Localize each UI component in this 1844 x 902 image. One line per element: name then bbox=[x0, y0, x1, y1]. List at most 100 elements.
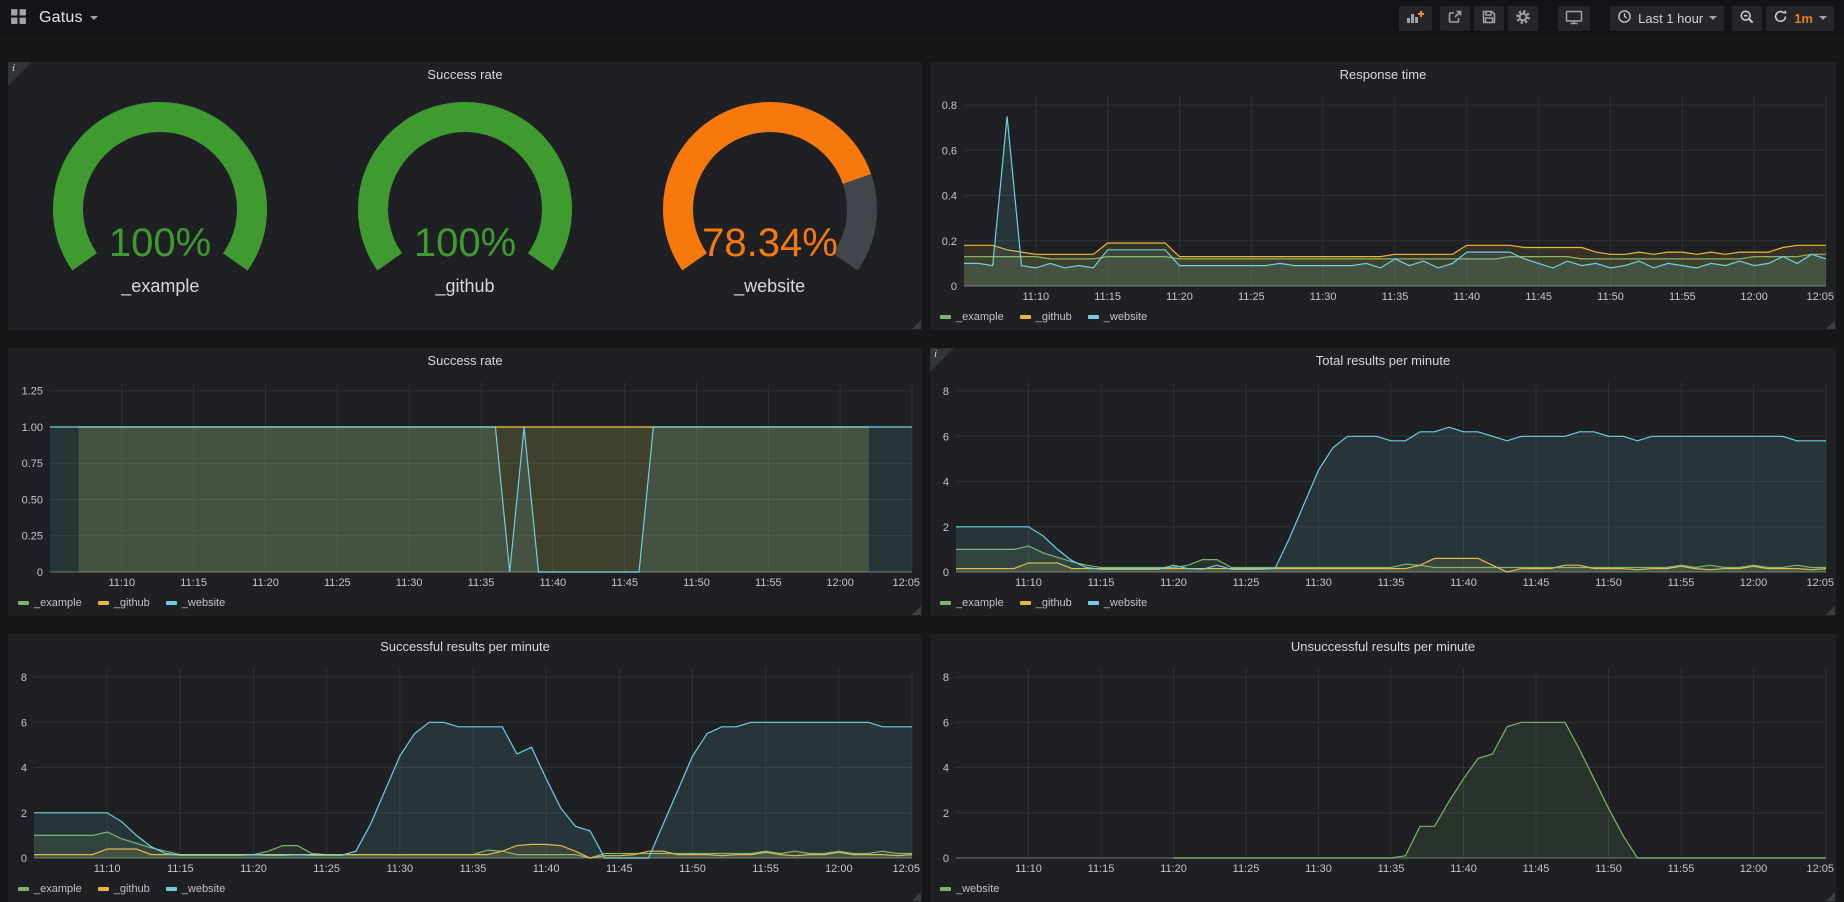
panel-resize-handle[interactable] bbox=[912, 892, 921, 901]
legend-item-_github[interactable]: _github bbox=[1020, 311, 1072, 323]
x-tick-label: 11:55 bbox=[752, 863, 779, 875]
panel-title[interactable]: Total results per minute bbox=[930, 348, 1836, 374]
y-tick-label: 2 bbox=[21, 808, 27, 820]
info-letter: i bbox=[12, 62, 15, 74]
gauge-label: _github bbox=[435, 276, 494, 297]
panel-info-icon[interactable]: i bbox=[930, 348, 954, 372]
legend: _example _github _website bbox=[8, 590, 922, 616]
x-tick-label: 11:55 bbox=[755, 577, 782, 589]
navbar-right: Last 1 hour 1m bbox=[1399, 6, 1834, 31]
legend-item-_github[interactable]: _github bbox=[1020, 597, 1072, 609]
panel-success-rate-timeseries: Success rate 00.250.500.751.001.2511:101… bbox=[8, 348, 922, 616]
y-tick-label: 0.50 bbox=[22, 494, 43, 506]
add-panel-button[interactable] bbox=[1399, 6, 1432, 31]
legend-item-_example[interactable]: _example bbox=[940, 311, 1004, 323]
panel-title[interactable]: Success rate bbox=[8, 62, 922, 88]
share-button[interactable] bbox=[1440, 6, 1470, 31]
gear-icon bbox=[1515, 9, 1531, 28]
x-tick-label: 11:25 bbox=[313, 863, 340, 875]
save-button[interactable] bbox=[1474, 6, 1504, 31]
x-tick-label: 11:20 bbox=[1160, 863, 1187, 875]
panel-resize-handle[interactable] bbox=[912, 606, 921, 615]
x-tick-label: 11:35 bbox=[1382, 291, 1409, 303]
share-icon bbox=[1447, 9, 1463, 28]
x-tick-label: 11:15 bbox=[180, 577, 207, 589]
legend-label: _github bbox=[114, 883, 150, 895]
x-tick-label: 11:25 bbox=[1238, 291, 1265, 303]
bar-chart-plus-icon bbox=[1406, 9, 1425, 28]
legend-label: _website bbox=[1104, 597, 1147, 609]
panel-title[interactable]: Successful results per minute bbox=[8, 634, 922, 660]
x-tick-label: 11:25 bbox=[324, 577, 351, 589]
panel-title[interactable]: Response time bbox=[930, 62, 1836, 88]
panel-total-results-per-minute: i Total results per minute 0246811:1011:… bbox=[930, 348, 1836, 616]
x-tick-label: 11:35 bbox=[1378, 863, 1405, 875]
y-tick-label: 6 bbox=[21, 717, 27, 729]
legend-item-_example[interactable]: _example bbox=[18, 597, 82, 609]
x-tick-label: 11:10 bbox=[1015, 577, 1042, 589]
gauge-canvas: 100% bbox=[35, 96, 285, 274]
panel-successful-results-per-minute: Successful results per minute 0246811:10… bbox=[8, 634, 922, 902]
panel-resize-handle[interactable] bbox=[1826, 606, 1835, 615]
x-tick-label: 11:25 bbox=[1233, 577, 1260, 589]
legend-item-_website[interactable]: _website bbox=[166, 597, 225, 609]
y-tick-label: 0.25 bbox=[22, 531, 43, 543]
x-tick-label: 11:45 bbox=[611, 577, 638, 589]
y-tick-label: 0.8 bbox=[942, 100, 957, 112]
settings-button[interactable] bbox=[1508, 6, 1538, 31]
y-tick-label: 8 bbox=[21, 672, 27, 684]
tv-monitor-icon bbox=[1565, 9, 1583, 28]
chart-canvas: 00.20.40.60.811:1011:1511:2011:2511:3011… bbox=[930, 88, 1836, 304]
y-tick-label: 0 bbox=[21, 853, 27, 865]
apps-grid-icon-button[interactable] bbox=[8, 6, 29, 30]
x-tick-label: 11:10 bbox=[94, 863, 121, 875]
y-tick-label: 4 bbox=[943, 763, 949, 775]
legend-item-_website[interactable]: _website bbox=[1088, 311, 1147, 323]
panel-resize-handle[interactable] bbox=[912, 320, 921, 329]
time-range-picker[interactable]: Last 1 hour bbox=[1610, 6, 1724, 31]
legend-label: _example bbox=[956, 311, 1004, 323]
chart-canvas: 0246811:1011:1511:2011:2511:3011:3511:40… bbox=[930, 374, 1836, 590]
chart-canvas: 0246811:1011:1511:2011:2511:3011:3511:40… bbox=[8, 660, 922, 876]
refresh-button[interactable]: 1m bbox=[1766, 6, 1834, 31]
save-floppy-icon bbox=[1481, 9, 1497, 28]
apps-grid-icon bbox=[10, 8, 27, 28]
legend-item-_website[interactable]: _website bbox=[166, 883, 225, 895]
x-tick-label: 11:40 bbox=[1453, 291, 1480, 303]
legend-swatch bbox=[1088, 315, 1099, 319]
panel-resize-handle[interactable] bbox=[1826, 892, 1835, 901]
legend-label: _website bbox=[1104, 311, 1147, 323]
legend-item-_github[interactable]: _github bbox=[98, 597, 150, 609]
x-tick-label: 11:50 bbox=[683, 577, 710, 589]
dashboard-title-dropdown[interactable]: Gatus bbox=[39, 9, 98, 27]
x-tick-label: 12:05 bbox=[892, 863, 920, 875]
chart-total-results: 0246811:1011:1511:2011:2511:3011:3511:40… bbox=[930, 374, 1836, 590]
chart-canvas: 0246811:1011:1511:2011:2511:3011:3511:40… bbox=[930, 660, 1836, 876]
x-tick-label: 11:25 bbox=[1233, 863, 1260, 875]
legend-label: _website bbox=[182, 883, 225, 895]
gauge-canvas: 100% bbox=[340, 96, 590, 274]
legend-item-_website[interactable]: _website bbox=[1088, 597, 1147, 609]
legend-item-_example[interactable]: _example bbox=[940, 597, 1004, 609]
zoom-out-button[interactable] bbox=[1732, 6, 1762, 31]
y-tick-label: 8 bbox=[943, 386, 949, 398]
panel-resize-handle[interactable] bbox=[1826, 320, 1835, 329]
cycle-view-button[interactable] bbox=[1558, 6, 1590, 31]
legend-swatch bbox=[166, 601, 177, 605]
y-tick-label: 0.6 bbox=[942, 145, 957, 157]
panel-title[interactable]: Unsuccessful results per minute bbox=[930, 634, 1836, 660]
legend-item-_github[interactable]: _github bbox=[98, 883, 150, 895]
panel-info-icon[interactable]: i bbox=[8, 62, 32, 86]
x-tick-label: 11:45 bbox=[606, 863, 633, 875]
gauge-_website: 78.34%_website bbox=[620, 96, 920, 297]
y-tick-label: 1.25 bbox=[22, 386, 43, 398]
chevron-down-icon bbox=[1709, 16, 1717, 20]
x-tick-label: 12:00 bbox=[1740, 291, 1768, 303]
gauge-value: 78.34% bbox=[702, 221, 838, 265]
navbar-left: Gatus bbox=[8, 6, 98, 30]
chart-unsuccessful-results: 0246811:1011:1511:2011:2511:3011:3511:40… bbox=[930, 660, 1836, 876]
legend-swatch bbox=[1020, 315, 1031, 319]
panel-title[interactable]: Success rate bbox=[8, 348, 922, 374]
legend-item-_example[interactable]: _example bbox=[18, 883, 82, 895]
legend-item-_website[interactable]: _website bbox=[940, 883, 999, 895]
